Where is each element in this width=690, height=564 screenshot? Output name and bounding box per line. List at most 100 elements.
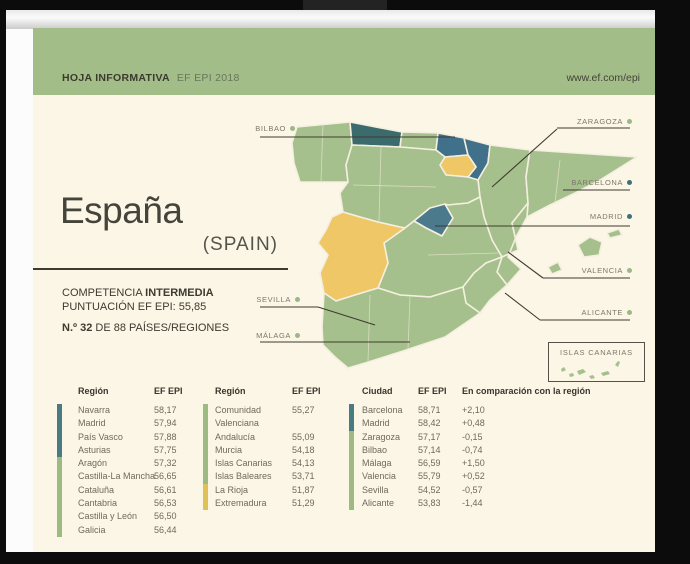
row-color-bar (57, 484, 62, 497)
row-name: Islas Baleares (215, 470, 292, 483)
column-header-region: Región (215, 386, 292, 396)
row-color-bar (203, 497, 208, 510)
factsheet-page: HOJA INFORMATIVA EF EPI 2018 www.ef.com/e… (33, 28, 655, 552)
row-color-bar (349, 431, 354, 444)
banner-url-link[interactable]: www.ef.com/epi (566, 72, 640, 84)
row-color-bar (57, 470, 62, 483)
row-score: 58,17 (154, 404, 198, 417)
city-label-valencia: VALENCIA (560, 266, 632, 275)
row-score: 53,83 (418, 497, 462, 510)
row-score: 56,61 (154, 484, 198, 497)
table-row: Málaga56,59+1,50 (349, 457, 591, 470)
row-name: Castilla y León (78, 510, 154, 523)
row-name: Barcelona (362, 404, 418, 417)
row-name: Sevilla (362, 484, 418, 497)
table-row: Valencia55,79+0,52 (349, 470, 591, 483)
row-name: Extremadura (215, 497, 292, 510)
row-color-bar (349, 484, 354, 497)
row-name: Asturias (78, 444, 154, 457)
banner-title: HOJA INFORMATIVA EF EPI 2018 (62, 72, 240, 84)
city-label-malaga: MÁLAGA (240, 331, 300, 340)
column-header-efepi: EF EPI (154, 386, 198, 396)
row-name: Murcia (215, 444, 292, 457)
row-diff: +0,52 (462, 470, 485, 483)
row-color-bar (203, 431, 208, 444)
canarias-island (561, 367, 566, 372)
column-header-efepi: EF EPI (292, 386, 336, 396)
row-name: Valencia (362, 470, 418, 483)
table-row: Sevilla54,52-0,57 (349, 484, 591, 497)
table-row: Andalucía55,09 (203, 431, 336, 444)
table-rows: Navarra58,17Madrid57,94País Vasco57,88As… (57, 404, 198, 537)
row-score: 57,32 (154, 457, 198, 470)
row-color-bar (349, 457, 354, 470)
city-label-zaragoza: ZARAGOZA (560, 117, 632, 126)
row-color-bar (57, 457, 62, 470)
column-header-efepi: EF EPI (418, 386, 462, 396)
row-diff: -1,44 (462, 497, 483, 510)
row-score: 57,17 (418, 431, 462, 444)
row-score: 56,44 (154, 524, 198, 537)
country-stats: COMPETENCIA INTERMEDIA PUNTUACIÓN EF EPI… (62, 286, 229, 335)
banner-title-bold: HOJA INFORMATIVA (62, 72, 170, 84)
row-score: 56,59 (418, 457, 462, 470)
factsheet-banner: HOJA INFORMATIVA EF EPI 2018 www.ef.com/e… (33, 28, 655, 95)
canarias-island (601, 371, 610, 376)
region-asturias (350, 122, 402, 147)
table-regions-top: RegiónEF EPI Navarra58,17Madrid57,94País… (57, 386, 198, 537)
canarias-island (569, 373, 574, 377)
table-row: Cantabria56,53 (57, 497, 198, 510)
city-label-bilbao: BILBAO (240, 124, 295, 133)
row-name: Navarra (78, 404, 154, 417)
row-name: Alicante (362, 497, 418, 510)
row-score: 56,53 (154, 497, 198, 510)
banner-title-regular: EF EPI 2018 (177, 72, 240, 84)
row-color-bar (57, 404, 62, 417)
row-score: 57,88 (154, 431, 198, 444)
competencia-value: INTERMEDIA (145, 287, 213, 299)
row-name: Cantabria (78, 497, 154, 510)
row-color-bar (57, 524, 62, 537)
table-row: Asturias57,75 (57, 444, 198, 457)
rank-suffix: DE 88 PAÍSES/REGIONES (95, 322, 229, 334)
row-name: Bilbao (362, 444, 418, 457)
score-line: PUNTUACIÓN EF EPI: 55,85 (62, 300, 229, 314)
city-dot (290, 126, 295, 131)
table-header: RegiónEF EPI (203, 386, 336, 396)
row-name: Comunidad Valenciana (215, 404, 292, 431)
city-label-text: VALENCIA (582, 266, 623, 275)
table-row: Madrid57,94 (57, 417, 198, 430)
row-diff: +0,48 (462, 417, 485, 430)
city-dot (627, 119, 632, 124)
city-dot (627, 180, 632, 185)
row-color-bar (349, 404, 354, 417)
table-row: Comunidad Valenciana55,27 (203, 404, 336, 431)
page-title: España (60, 190, 183, 232)
table-row: Madrid58,42+0,48 (349, 417, 591, 430)
city-label-text: SEVILLA (256, 295, 291, 304)
city-label-text: ALICANTE (582, 308, 623, 317)
table-row: Castilla-La Mancha56,65 (57, 470, 198, 483)
row-color-bar (203, 457, 208, 470)
row-score: 56,65 (154, 470, 198, 483)
row-diff: +2,10 (462, 404, 485, 417)
row-diff: -0,74 (462, 444, 483, 457)
island-menorca (607, 229, 622, 238)
table-row: Islas Baleares53,71 (203, 470, 336, 483)
row-color-bar (57, 431, 62, 444)
row-score: 55,09 (292, 431, 336, 444)
column-header-ciudad: Ciudad (362, 386, 418, 396)
row-name: Castilla-La Mancha (78, 470, 154, 483)
rank-value: N.º 32 (62, 322, 92, 334)
page-subtitle: (SPAIN) (33, 234, 278, 256)
row-score: 57,14 (418, 444, 462, 457)
row-color-bar (57, 417, 62, 430)
city-dot (627, 214, 632, 219)
row-color-bar (203, 404, 208, 431)
row-score: 58,42 (418, 417, 462, 430)
row-color-bar (203, 484, 208, 497)
canarias-island (615, 361, 620, 367)
table-row: Aragón57,32 (57, 457, 198, 470)
table-row: Islas Canarias54,13 (203, 457, 336, 470)
competencia-label: COMPETENCIA (62, 287, 142, 299)
